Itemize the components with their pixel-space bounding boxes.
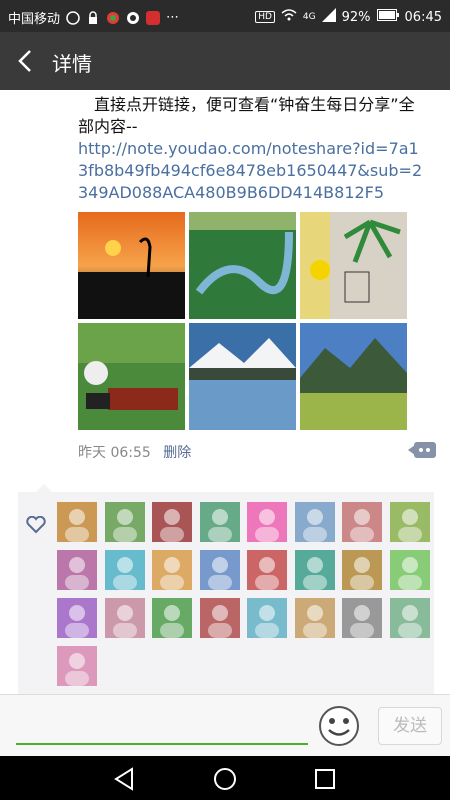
q-icon	[126, 11, 140, 25]
send-button[interactable]: 发送	[378, 707, 442, 745]
avatar[interactable]	[104, 598, 145, 638]
status-bar: 中国移动 ⋯ HD 4G 92% 06:45	[0, 0, 450, 32]
mail-app-icon	[146, 10, 161, 25]
title-bar: 详情	[0, 32, 450, 90]
avatar[interactable]	[247, 502, 287, 542]
nav-home-icon[interactable]	[212, 766, 238, 792]
avatar[interactable]	[389, 598, 430, 638]
likes-pointer	[36, 484, 52, 492]
lock-icon	[86, 10, 100, 25]
avatar[interactable]	[199, 502, 240, 542]
likes-panel	[18, 484, 434, 696]
status-right: HD 4G 92% 06:45	[255, 8, 442, 26]
emoji-icon[interactable]	[318, 705, 360, 747]
post-time: 昨天 06:55	[78, 445, 151, 461]
avatar[interactable]	[152, 598, 192, 638]
more-icon: ⋯	[166, 10, 180, 25]
delete-link[interactable]: 删除	[163, 445, 191, 461]
signal-icon	[321, 8, 336, 26]
comment-input-bar: 发送	[0, 694, 450, 757]
clock-label: 06:45	[404, 9, 442, 25]
hd-badge: HD	[255, 11, 275, 23]
back-arrow-icon[interactable]	[12, 46, 42, 76]
page-title: 详情	[52, 52, 92, 76]
comment-icon[interactable]	[408, 440, 436, 460]
avatar[interactable]	[199, 550, 240, 590]
avatar[interactable]	[294, 598, 335, 638]
avatar[interactable]	[294, 502, 335, 542]
post-link[interactable]: http://note.youdao.com/noteshare?id=7a13…	[78, 138, 423, 204]
photo-grid	[78, 212, 408, 430]
avatar[interactable]	[57, 598, 97, 638]
photo-valley[interactable]	[300, 323, 407, 430]
carrier-label: 中国移动	[8, 12, 61, 27]
moment-detail: 直接点开链接，便可查看“钟奋生每日分享”全部内容-- http://note.y…	[0, 90, 450, 696]
heart-icon	[26, 515, 46, 534]
photo-mountain-lake[interactable]	[189, 323, 296, 430]
photo-train[interactable]	[78, 323, 185, 430]
nav-recent-icon[interactable]	[312, 766, 338, 792]
avatar[interactable]	[104, 550, 145, 590]
avatar[interactable]	[152, 550, 192, 590]
avatar[interactable]	[104, 502, 145, 542]
avatar[interactable]	[199, 598, 240, 638]
avatar[interactable]	[294, 550, 335, 590]
avatar[interactable]	[342, 502, 382, 542]
post-meta: 昨天 06:55 删除	[78, 442, 191, 462]
photo-palm-room[interactable]	[300, 212, 407, 319]
avatar[interactable]	[247, 550, 287, 590]
network-label: 4G	[302, 12, 316, 22]
wifi-icon	[281, 8, 297, 26]
avatar[interactable]	[342, 550, 382, 590]
nav-back-icon[interactable]	[112, 766, 138, 792]
battery-label: 92%	[341, 9, 371, 25]
photo-river[interactable]	[189, 212, 296, 319]
pinwheel-icon	[106, 11, 120, 25]
wechat-status-icon	[66, 10, 80, 25]
comment-input[interactable]	[16, 743, 308, 745]
photo-crane-sunset[interactable]	[78, 212, 185, 319]
avatar[interactable]	[389, 502, 430, 542]
avatar[interactable]	[152, 502, 192, 542]
system-nav-bar	[0, 756, 450, 800]
avatar[interactable]	[57, 502, 97, 542]
avatar[interactable]	[342, 598, 382, 638]
avatar[interactable]	[247, 598, 287, 638]
battery-icon	[376, 9, 399, 25]
status-left: 中国移动 ⋯	[8, 8, 179, 27]
avatar[interactable]	[57, 646, 97, 686]
avatar[interactable]	[57, 550, 97, 590]
avatar[interactable]	[389, 550, 430, 590]
post-text-block: 直接点开链接，便可查看“钟奋生每日分享”全部内容-- http://note.y…	[78, 94, 423, 204]
post-text: 直接点开链接，便可查看“钟奋生每日分享”全部内容--	[78, 95, 415, 136]
